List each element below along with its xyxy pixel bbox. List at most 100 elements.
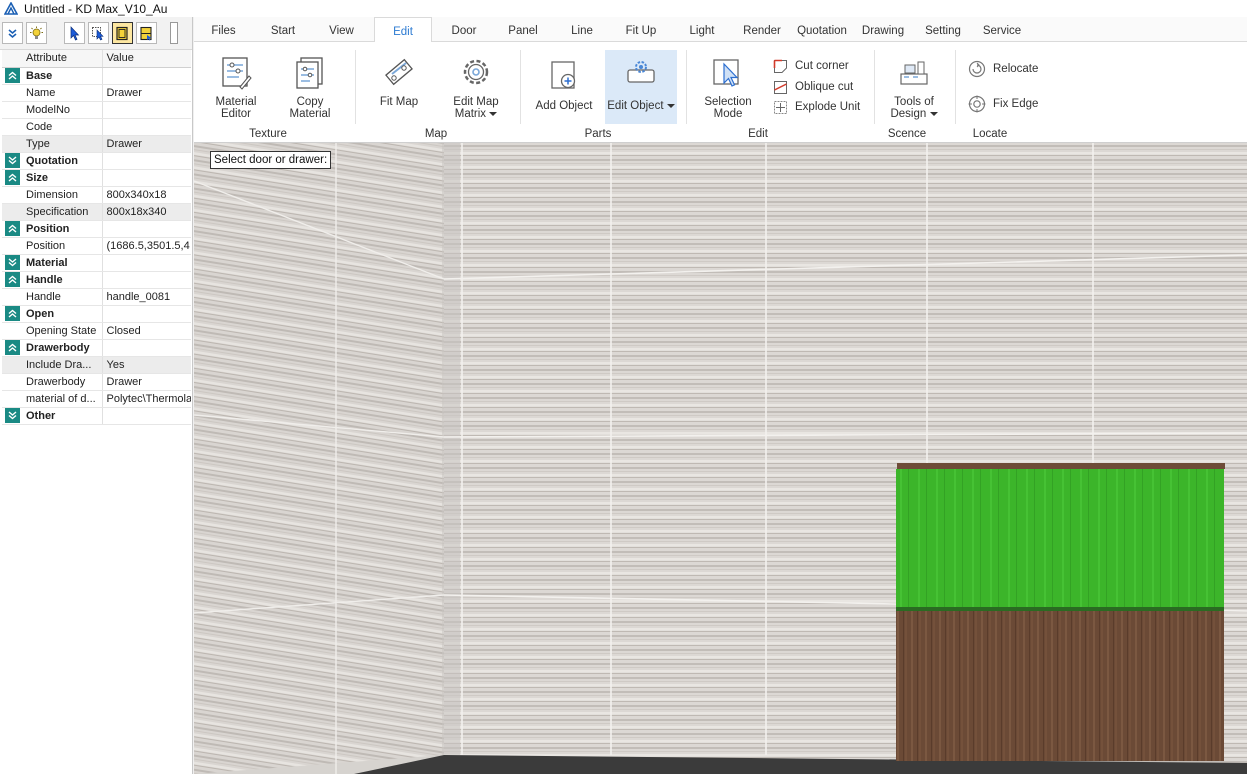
property-group-row[interactable]: Handle xyxy=(2,271,191,289)
property-row[interactable]: Handle handle_0081 xyxy=(2,288,191,306)
command-prompt-tooltip: Select door or drawer: xyxy=(210,151,332,169)
tab-setting[interactable]: Setting xyxy=(914,17,972,42)
property-group-row[interactable]: Position xyxy=(2,220,191,238)
material-editor-button[interactable]: Material Editor xyxy=(210,56,262,120)
property-label: Type xyxy=(22,135,103,153)
select-button[interactable] xyxy=(64,22,85,44)
expand-group-icon[interactable] xyxy=(5,153,20,168)
tab-files[interactable]: Files xyxy=(199,17,248,42)
relocate-button[interactable]: Relocate xyxy=(968,60,1038,78)
expand-all-button[interactable] xyxy=(2,22,23,44)
toolbar-overflow[interactable] xyxy=(170,22,178,44)
property-row[interactable]: material of d... Polytec\Thermola xyxy=(2,390,191,408)
bulb-icon xyxy=(30,26,43,39)
add-object-button[interactable]: Add Object xyxy=(532,56,596,126)
collapse-group-icon[interactable] xyxy=(5,340,20,355)
property-row[interactable]: Opening State Closed xyxy=(2,322,191,340)
ribbon-separator xyxy=(355,50,356,124)
property-value[interactable] xyxy=(102,101,191,119)
expand-group-icon[interactable] xyxy=(5,408,20,423)
collapse-group-icon[interactable] xyxy=(5,306,20,321)
property-row[interactable]: Include Dra... Yes xyxy=(2,356,191,374)
ribbon-separator xyxy=(955,50,956,124)
property-group-row[interactable]: Size xyxy=(2,169,191,187)
cut-corner-button[interactable]: Cut corner xyxy=(773,58,849,74)
property-group-row[interactable]: Quotation xyxy=(2,152,191,170)
property-group-row[interactable]: Base xyxy=(2,67,191,85)
fix-edge-button[interactable]: Fix Edge xyxy=(968,95,1038,113)
light-toggle-button[interactable] xyxy=(26,22,47,44)
property-value[interactable]: Drawer xyxy=(102,135,191,153)
property-row[interactable]: Code xyxy=(2,118,191,136)
property-value[interactable]: Polytec\Thermola xyxy=(102,390,191,408)
oblique-cut-label: Oblique cut xyxy=(795,81,854,93)
attribute-column-header[interactable]: Attribute xyxy=(22,50,103,68)
scene-canvas[interactable] xyxy=(194,143,1247,774)
property-value[interactable]: Yes xyxy=(102,356,191,374)
selection-mode-button[interactable]: Selection Mode xyxy=(700,56,756,120)
3d-viewport[interactable]: Select door or drawer: xyxy=(194,143,1247,774)
group-label-map: Map xyxy=(424,128,448,140)
property-group-row[interactable]: Drawerbody xyxy=(2,339,191,357)
property-row[interactable]: Drawerbody Drawer xyxy=(2,373,191,391)
drawer-front[interactable] xyxy=(896,469,1224,609)
tab-drawing[interactable]: Drawing xyxy=(854,17,912,42)
copy-material-button[interactable]: Copy Material xyxy=(284,56,336,120)
edit-object-button[interactable]: Edit Object xyxy=(605,50,677,124)
property-value[interactable]: handle_0081 xyxy=(102,288,191,306)
collapse-group-icon[interactable] xyxy=(5,221,20,236)
tab-line[interactable]: Line xyxy=(560,17,604,42)
explode-unit-label: Explode Unit xyxy=(795,101,861,113)
tab-fit-up[interactable]: Fit Up xyxy=(615,17,667,42)
property-value[interactable]: Closed xyxy=(102,322,191,340)
tab-render[interactable]: Render xyxy=(735,17,789,42)
property-row[interactable]: Type Drawer xyxy=(2,135,191,153)
collapse-group-icon[interactable] xyxy=(5,68,20,83)
add-object-label: Add Object xyxy=(535,100,593,112)
tools-of-design-button[interactable]: Tools of Design xyxy=(884,56,944,120)
multi-select-button[interactable] xyxy=(88,22,109,44)
explode-unit-button[interactable]: Explode Unit xyxy=(773,99,860,115)
property-label: Include Dra... xyxy=(22,356,103,374)
property-group-row[interactable]: Other xyxy=(2,407,191,425)
edit-map-matrix-button[interactable]: Edit Map Matrix xyxy=(448,56,504,120)
tab-view[interactable]: View xyxy=(319,17,364,42)
property-group-value xyxy=(102,67,191,85)
property-row[interactable]: Position (1686.5,3501.5,4 xyxy=(2,237,191,255)
drawer-cabinet[interactable] xyxy=(896,463,1225,761)
property-value[interactable] xyxy=(102,118,191,136)
property-row[interactable]: Specification 800x18x340 xyxy=(2,203,191,221)
tab-panel[interactable]: Panel xyxy=(500,17,546,42)
tab-edit[interactable]: Edit xyxy=(374,17,432,43)
tab-light[interactable]: Light xyxy=(677,17,727,42)
property-label: ModelNo xyxy=(22,101,103,119)
expand-group-icon[interactable] xyxy=(5,255,20,270)
property-value[interactable]: 800x18x340 xyxy=(102,203,191,221)
property-group-label: Size xyxy=(22,169,103,187)
property-row[interactable]: Name Drawer xyxy=(2,84,191,102)
cabinet-body[interactable] xyxy=(896,611,1224,761)
properties-header: Attribute Value xyxy=(2,50,191,68)
property-group-row[interactable]: Material xyxy=(2,254,191,272)
collapse-group-icon[interactable] xyxy=(5,272,20,287)
door-select-button[interactable] xyxy=(112,22,133,44)
collapse-group-icon[interactable] xyxy=(5,170,20,185)
property-row[interactable]: Dimension 800x340x18 xyxy=(2,186,191,204)
value-column-header[interactable]: Value xyxy=(102,50,191,68)
tab-quotation[interactable]: Quotation xyxy=(789,17,855,42)
property-label: Name xyxy=(22,84,103,102)
fit-map-button[interactable]: Fit Map xyxy=(374,56,424,108)
drawer-select-button[interactable] xyxy=(136,22,157,44)
property-row[interactable]: ModelNo xyxy=(2,101,191,119)
property-value[interactable]: (1686.5,3501.5,4 xyxy=(102,237,191,255)
tab-service[interactable]: Service xyxy=(974,17,1030,42)
property-value[interactable]: 800x340x18 xyxy=(102,186,191,204)
property-value[interactable]: Drawer xyxy=(102,84,191,102)
tab-start[interactable]: Start xyxy=(263,17,303,42)
property-value[interactable]: Drawer xyxy=(102,373,191,391)
edit-map-matrix-label-2: Matrix xyxy=(454,108,487,120)
tab-door[interactable]: Door xyxy=(441,17,487,42)
oblique-cut-button[interactable]: Oblique cut xyxy=(773,79,853,95)
property-group-row[interactable]: Open xyxy=(2,305,191,323)
chevron-down-icon xyxy=(929,112,938,116)
